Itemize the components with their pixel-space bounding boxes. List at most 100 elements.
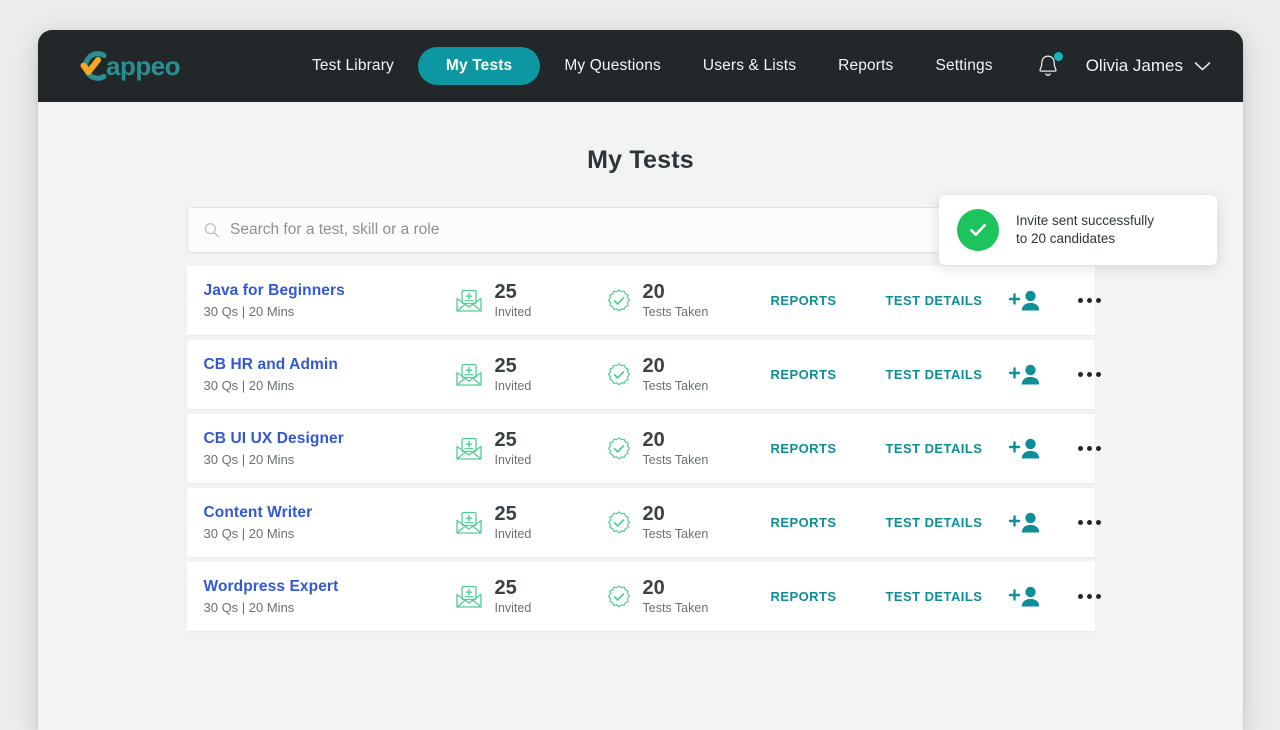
test-row[interactable]: Wordpress Expert 30 Qs | 20 Mins 25 Invi…	[187, 562, 1095, 631]
test-row[interactable]: Content Writer 30 Qs | 20 Mins 25 Invite…	[187, 488, 1095, 557]
person-add-icon	[1008, 510, 1042, 536]
toast-message: Invite sent successfully to 20 candidate…	[1016, 212, 1154, 248]
main-nav: Test Library My Tests My Questions Users…	[294, 47, 1011, 85]
tests-taken-text-block: 20 Tests Taken	[643, 578, 709, 615]
nav-item-users-and-lists[interactable]: Users & Lists	[685, 48, 814, 84]
invite-candidates-button[interactable]	[1008, 584, 1070, 610]
tests-taken-stat: 20 Tests Taken	[606, 578, 771, 615]
test-title[interactable]: CB UI UX Designer	[204, 430, 454, 448]
invited-text-block: 25 Invited	[495, 282, 532, 319]
reports-link[interactable]: REPORTS	[771, 589, 886, 604]
row-more-menu[interactable]	[1078, 520, 1101, 525]
reports-link[interactable]: REPORTS	[771, 515, 886, 530]
tests-taken-count: 20	[643, 578, 709, 599]
test-title-block: Java for Beginners 30 Qs | 20 Mins	[204, 282, 454, 319]
svg-text:appeo: appeo	[106, 51, 180, 81]
user-menu[interactable]: Olivia James	[1086, 56, 1211, 76]
top-navigation-bar: appeo Test Library My Tests My Questions…	[38, 30, 1243, 102]
invite-candidates-button[interactable]	[1008, 510, 1070, 536]
invited-label: Invited	[495, 527, 532, 541]
reports-link[interactable]: REPORTS	[771, 293, 886, 308]
mail-invite-icon	[454, 436, 484, 462]
reports-link[interactable]: REPORTS	[771, 441, 886, 456]
badge-check-icon	[606, 362, 632, 388]
badge-check-icon	[606, 288, 632, 314]
test-details-link[interactable]: TEST DETAILS	[886, 515, 1008, 530]
test-title[interactable]: Content Writer	[204, 504, 454, 522]
invited-count: 25	[495, 578, 532, 599]
reports-link[interactable]: REPORTS	[771, 367, 886, 382]
test-meta: 30 Qs | 20 Mins	[204, 304, 454, 319]
tests-taken-stat: 20 Tests Taken	[606, 504, 771, 541]
row-more-menu[interactable]	[1078, 372, 1101, 377]
notification-dot	[1054, 52, 1063, 61]
invited-text-block: 25 Invited	[495, 430, 532, 467]
nav-item-my-questions[interactable]: My Questions	[546, 48, 679, 84]
invited-label: Invited	[495, 379, 532, 393]
notifications-button[interactable]	[1036, 53, 1060, 79]
invited-text-block: 25 Invited	[495, 578, 532, 615]
nav-item-reports[interactable]: Reports	[820, 48, 911, 84]
invited-label: Invited	[495, 305, 532, 319]
invited-text-block: 25 Invited	[495, 504, 532, 541]
invited-stat: 25 Invited	[454, 504, 606, 541]
toast-line-1: Invite sent successfully	[1016, 212, 1154, 230]
chevron-down-icon	[1194, 61, 1211, 72]
test-details-link[interactable]: TEST DETAILS	[886, 293, 1008, 308]
tests-taken-text-block: 20 Tests Taken	[643, 430, 709, 467]
gappeo-logo[interactable]: appeo	[68, 46, 196, 86]
user-name: Olivia James	[1086, 56, 1183, 76]
tests-taken-label: Tests Taken	[643, 527, 709, 541]
nav-item-test-library[interactable]: Test Library	[294, 48, 412, 84]
person-add-icon	[1008, 436, 1042, 462]
invited-label: Invited	[495, 453, 532, 467]
test-meta: 30 Qs | 20 Mins	[204, 378, 454, 393]
tests-taken-text-block: 20 Tests Taken	[643, 282, 709, 319]
invited-count: 25	[495, 430, 532, 451]
invited-stat: 25 Invited	[454, 282, 606, 319]
person-add-icon	[1008, 288, 1042, 314]
topbar-right-cluster: Olivia James	[1036, 53, 1211, 79]
mail-invite-icon	[454, 288, 484, 314]
test-details-link[interactable]: TEST DETAILS	[886, 441, 1008, 456]
row-more-menu[interactable]	[1078, 594, 1101, 599]
tests-taken-label: Tests Taken	[643, 601, 709, 615]
test-meta: 30 Qs | 20 Mins	[204, 526, 454, 541]
test-title-block: Wordpress Expert 30 Qs | 20 Mins	[204, 578, 454, 615]
test-title[interactable]: CB HR and Admin	[204, 356, 454, 374]
invite-candidates-button[interactable]	[1008, 288, 1070, 314]
row-more-menu[interactable]	[1078, 446, 1101, 451]
test-title[interactable]: Wordpress Expert	[204, 578, 454, 596]
tests-taken-count: 20	[643, 282, 709, 303]
nav-item-settings[interactable]: Settings	[917, 48, 1010, 84]
success-check-icon	[957, 209, 999, 251]
test-row[interactable]: CB HR and Admin 30 Qs | 20 Mins 25 Invit…	[187, 340, 1095, 409]
invited-text-block: 25 Invited	[495, 356, 532, 393]
tests-taken-text-block: 20 Tests Taken	[643, 504, 709, 541]
invite-candidates-button[interactable]	[1008, 436, 1070, 462]
test-details-link[interactable]: TEST DETAILS	[886, 589, 1008, 604]
invited-count: 25	[495, 356, 532, 377]
toast-line-2: to 20 candidates	[1016, 230, 1154, 248]
invited-label: Invited	[495, 601, 532, 615]
test-title[interactable]: Java for Beginners	[204, 282, 454, 300]
invited-stat: 25 Invited	[454, 430, 606, 467]
test-meta: 30 Qs | 20 Mins	[204, 600, 454, 615]
test-list: Java for Beginners 30 Qs | 20 Mins 25 In…	[187, 266, 1095, 631]
success-toast: Invite sent successfully to 20 candidate…	[939, 195, 1217, 265]
row-more-menu[interactable]	[1078, 298, 1101, 303]
test-row[interactable]: CB UI UX Designer 30 Qs | 20 Mins 25 Inv…	[187, 414, 1095, 483]
app-window: appeo Test Library My Tests My Questions…	[38, 30, 1243, 730]
test-details-link[interactable]: TEST DETAILS	[886, 367, 1008, 382]
test-row[interactable]: Java for Beginners 30 Qs | 20 Mins 25 In…	[187, 266, 1095, 335]
tests-taken-label: Tests Taken	[643, 379, 709, 393]
tests-taken-text-block: 20 Tests Taken	[643, 356, 709, 393]
search-icon	[204, 222, 220, 238]
invite-candidates-button[interactable]	[1008, 362, 1070, 388]
invited-count: 25	[495, 504, 532, 525]
tests-taken-label: Tests Taken	[643, 305, 709, 319]
page-title: My Tests	[38, 102, 1243, 175]
nav-item-my-tests[interactable]: My Tests	[418, 47, 540, 85]
badge-check-icon	[606, 436, 632, 462]
tests-taken-stat: 20 Tests Taken	[606, 430, 771, 467]
